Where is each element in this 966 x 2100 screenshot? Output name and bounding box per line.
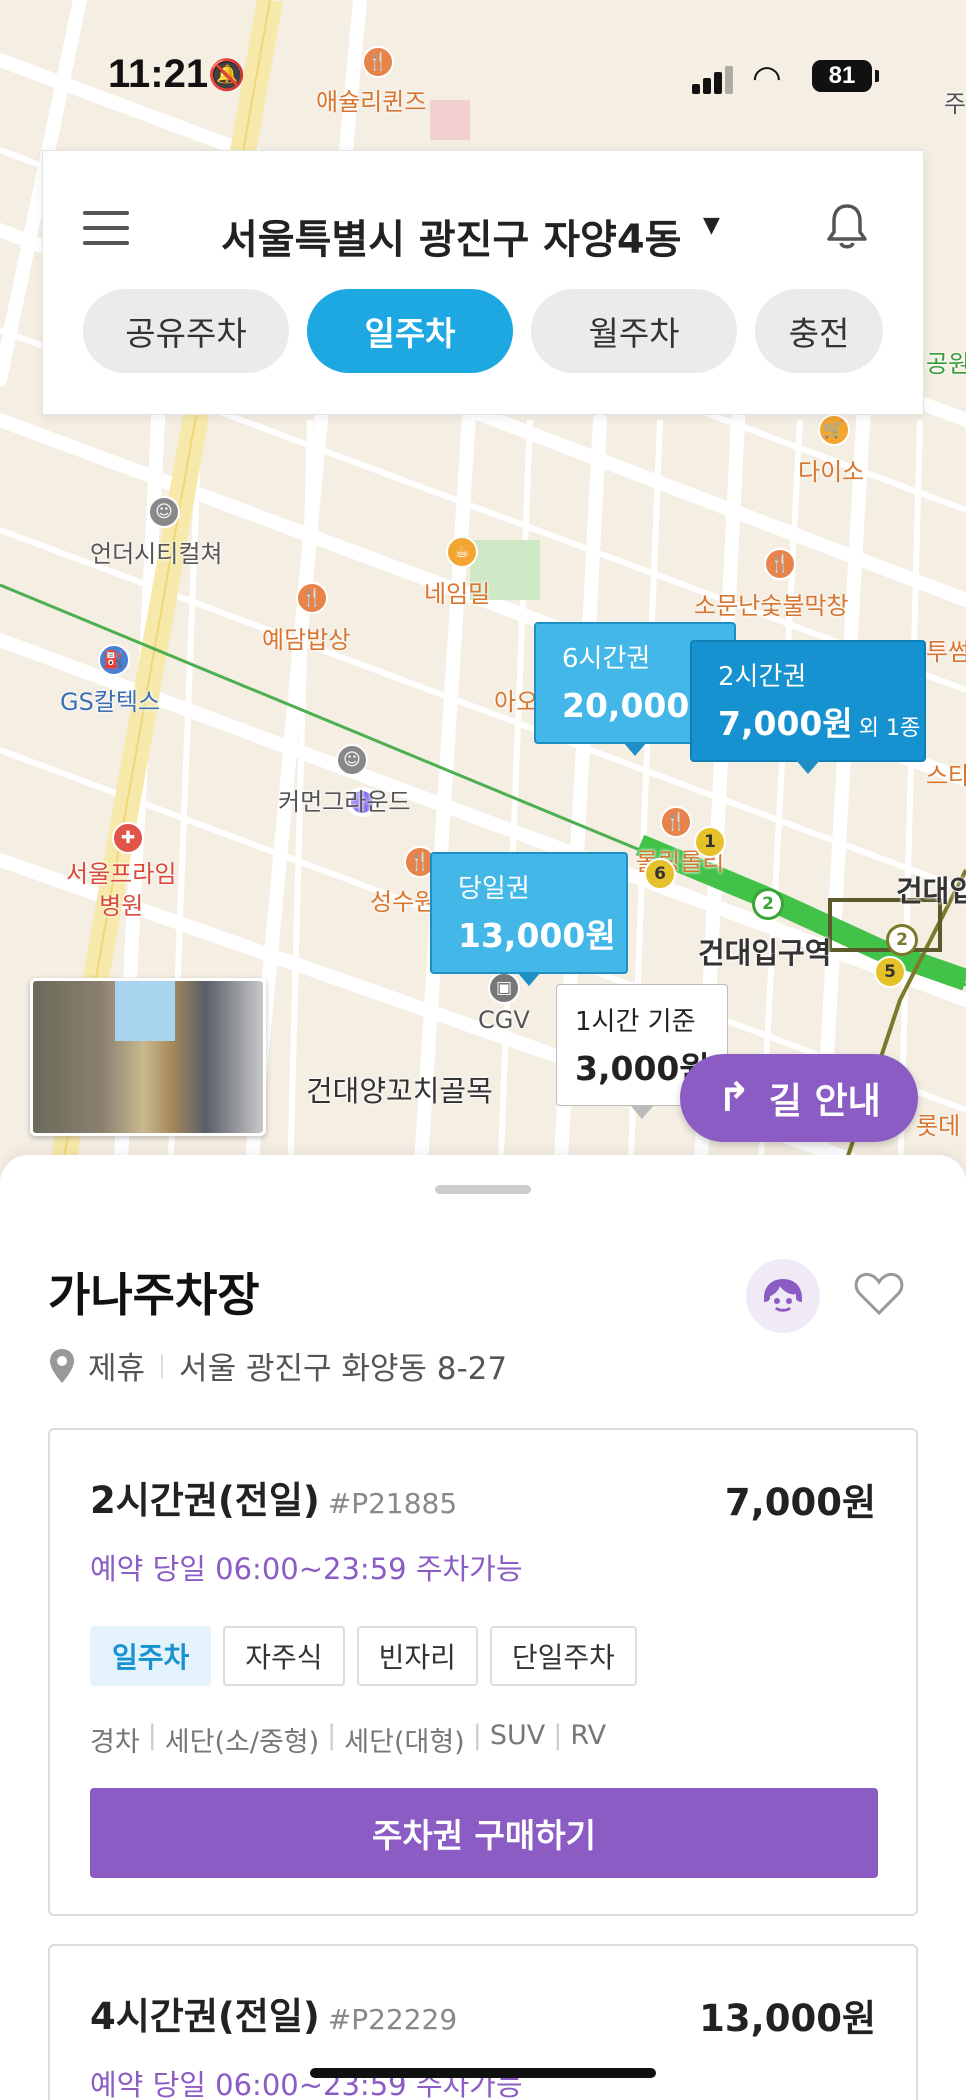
poi-daiso[interactable]: 다이소 bbox=[798, 452, 864, 487]
shop-icon: 🛒 bbox=[818, 414, 850, 446]
ticket-tags: 일주차 자주식 빈자리 단일주차 bbox=[90, 1626, 649, 1686]
culture-icon: ☺ bbox=[336, 744, 368, 776]
subway-line-7-badge: 5 bbox=[874, 956, 906, 988]
tab-shared-parking[interactable]: 공유주차 bbox=[83, 289, 289, 373]
tag-daily: 일주차 bbox=[90, 1626, 212, 1686]
bubble-label: 2시간권 bbox=[718, 662, 807, 692]
address-row: 제휴 서울 광진구 화양동 8-27 bbox=[48, 1343, 507, 1388]
price-bubble-day[interactable]: 당일권 13,000원 bbox=[430, 852, 628, 986]
poi-station-2[interactable]: 건대입 bbox=[896, 868, 966, 910]
vehicle-types: 경차 | 세단(소/중형) | 세단(대형) | SUV | RV bbox=[90, 1720, 607, 1758]
tab-monthly-parking[interactable]: 월주차 bbox=[531, 289, 737, 373]
bubble-value: 20,000원 bbox=[562, 686, 708, 725]
poi-hospital[interactable]: 서울프라임 병원 bbox=[66, 858, 176, 922]
parking-lot-name: 가나주차장 bbox=[48, 1268, 260, 1322]
bubble-value: 7,000원 외 1종 bbox=[718, 697, 920, 745]
price-bubble-2h[interactable]: 2시간권 7,000원 외 1종 bbox=[690, 640, 926, 774]
parking-lot-detail-sheet: 가나주차장 제휴 서울 광진구 화양동 8-27 2시간권(전일) #P21885… bbox=[0, 1155, 966, 2100]
favorite-heart-icon[interactable] bbox=[852, 1267, 906, 1321]
location-pin-icon bbox=[50, 1348, 74, 1383]
poi-seongsu[interactable]: 성수원 bbox=[370, 882, 436, 917]
poi-alley[interactable]: 건대양꼬치골목 bbox=[306, 1068, 493, 1110]
bubble-value: 13,000원 bbox=[458, 916, 616, 955]
status-time: 11:21 bbox=[108, 52, 209, 96]
culture-icon: ☺ bbox=[148, 496, 180, 528]
ticket-price: 7,000원 bbox=[724, 1481, 876, 1524]
ticket-title: 4시간권(전일) bbox=[90, 1995, 320, 2038]
restaurant-icon: 🍴 bbox=[660, 806, 692, 838]
restaurant-icon: 🍴 bbox=[764, 548, 796, 580]
tab-charging[interactable]: 충전 bbox=[755, 289, 883, 373]
ticket-card: 2시간권(전일) #P21885 7,000원 예약 당일 06:00~23:59… bbox=[48, 1428, 918, 1916]
vehicle-type: 세단(소/중형) bbox=[164, 1727, 320, 1758]
tab-daily-parking[interactable]: 일주차 bbox=[307, 289, 513, 373]
bubble-label: 6시간권 bbox=[562, 644, 651, 674]
menu-icon[interactable] bbox=[83, 211, 129, 245]
gas-station-icon: ⛽ bbox=[98, 644, 130, 676]
buy-ticket-button[interactable]: 주차권 구매하기 bbox=[90, 1788, 878, 1878]
poi-gs[interactable]: GS칼텍스 bbox=[60, 682, 160, 717]
silent-mode-icon: 🔕 bbox=[208, 58, 246, 93]
cellular-signal-icon bbox=[692, 66, 733, 94]
poi-park[interactable]: 공원 bbox=[926, 344, 966, 379]
ticket-availability: 예약 당일 06:00~23:59 주차가능 bbox=[90, 1552, 523, 1586]
subway-line-2-badge: 2 bbox=[886, 924, 918, 956]
address-text: 서울 광진구 화양동 8-27 bbox=[179, 1351, 508, 1387]
poi-station[interactable]: 건대입구역 bbox=[698, 930, 831, 972]
bubble-value-sub: 외 1종 bbox=[858, 716, 921, 741]
restaurant-icon: 🍴 bbox=[296, 582, 328, 614]
ticket-title: 2시간권(전일) bbox=[90, 1479, 320, 1522]
cafe-icon: ☕ bbox=[446, 536, 478, 568]
directions-button[interactable]: ↱ 길 안내 bbox=[680, 1054, 918, 1142]
hospital-icon: ✚ bbox=[112, 822, 144, 854]
parking-lot-photo[interactable] bbox=[30, 978, 266, 1136]
poi-yedam[interactable]: 예담밥상 bbox=[262, 620, 350, 655]
tag-self-park: 자주식 bbox=[223, 1626, 345, 1686]
turn-right-arrow-icon: ↱ bbox=[717, 1075, 751, 1121]
vehicle-type: 경차 bbox=[90, 1727, 140, 1758]
cinema-icon: ▣ bbox=[488, 972, 520, 1004]
tag-single-park: 단일주차 bbox=[489, 1626, 637, 1686]
vehicle-type: RV bbox=[570, 1720, 607, 1751]
poi-nemil[interactable]: 네임밀 bbox=[424, 574, 490, 609]
bubble-label: 당일권 bbox=[458, 874, 530, 904]
poi-somun[interactable]: 소문난숯불막창 bbox=[694, 586, 849, 621]
partner-label: 제휴 bbox=[88, 1351, 146, 1387]
parking-type-tabs: 공유주차 일주차 월주차 충전 bbox=[83, 289, 901, 373]
poi-cgv[interactable]: CGV bbox=[478, 1006, 530, 1034]
poi-lotte[interactable]: 롯데 bbox=[916, 1106, 960, 1141]
exit-number-badge: 1 bbox=[694, 826, 726, 858]
vehicle-type: SUV bbox=[489, 1720, 546, 1751]
bubble-label: 1시간 기준 bbox=[575, 1007, 696, 1037]
sheet-drag-handle[interactable] bbox=[435, 1185, 531, 1194]
poi-ao[interactable]: 아오 bbox=[494, 682, 538, 717]
bubble-value-amount: 7,000원 bbox=[718, 704, 853, 743]
ticket-name: 4시간권(전일) #P22229 bbox=[90, 1986, 457, 2040]
wifi-icon: ◠ bbox=[752, 58, 782, 98]
notification-bell-icon[interactable] bbox=[825, 201, 869, 251]
top-search-card: 서울특별시 광진구 자양4동 ▼ 공유주차 일주차 월주차 충전 bbox=[42, 150, 924, 415]
divider bbox=[161, 1353, 164, 1378]
caret-down-icon[interactable]: ▼ bbox=[703, 213, 720, 238]
ticket-code: #P21885 bbox=[327, 1487, 458, 1520]
poi-tusseom[interactable]: 투썸 bbox=[926, 632, 966, 667]
directions-label: 길 안내 bbox=[768, 1081, 881, 1122]
poi-star[interactable]: 스타 bbox=[926, 756, 966, 791]
poi-undercity[interactable]: 언더시티컬쳐 bbox=[90, 534, 222, 569]
location-selector[interactable]: 서울특별시 광진구 자양4동 bbox=[221, 207, 681, 265]
tag-vacancy: 빈자리 bbox=[356, 1626, 478, 1686]
subway-line-2-badge: 2 bbox=[752, 888, 784, 920]
battery-icon: 81 bbox=[812, 60, 879, 92]
home-indicator[interactable] bbox=[310, 2068, 656, 2078]
exit-number-badge: 6 bbox=[644, 858, 676, 890]
ticket-name: 2시간권(전일) #P21885 bbox=[90, 1470, 457, 1524]
status-bar: 11:21 🔕 ◠ 81 bbox=[0, 52, 966, 102]
poi-commonground[interactable]: 커먼그라운드 bbox=[278, 782, 410, 817]
ticket-code: #P22229 bbox=[327, 2003, 458, 2036]
support-chat-icon[interactable] bbox=[746, 1259, 820, 1333]
ticket-price: 13,000원 bbox=[699, 1997, 876, 2040]
vehicle-type: 세단(대형) bbox=[344, 1727, 465, 1758]
